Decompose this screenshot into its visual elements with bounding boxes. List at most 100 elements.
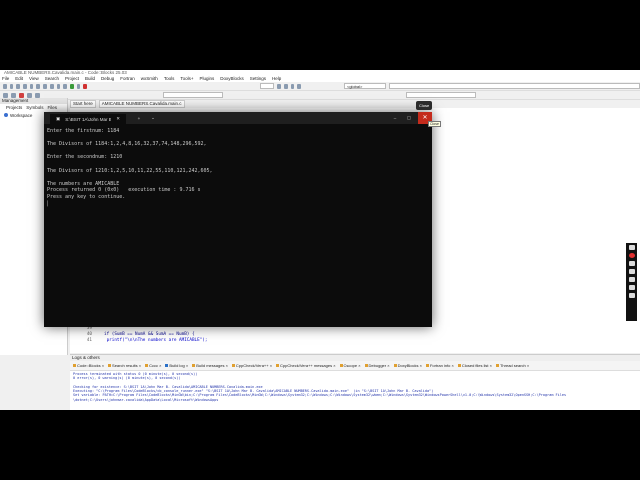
close-icon[interactable]: × — [101, 363, 104, 368]
log-tab[interactable]: CppCheck/Vera++ × — [231, 363, 272, 368]
menu-settings[interactable]: Settings — [250, 76, 266, 82]
close-icon[interactable]: × — [489, 363, 492, 368]
menu-plugins[interactable]: Plugins — [199, 76, 214, 82]
bookmark-prev-icon[interactable] — [27, 92, 32, 98]
step-out-icon[interactable] — [297, 83, 301, 89]
close-icon[interactable]: × — [158, 363, 161, 368]
console-line: Enter the secondnum: 1210 — [47, 154, 123, 161]
menu-build[interactable]: Build — [85, 76, 95, 82]
back-icon[interactable] — [3, 92, 8, 98]
log-tab-icon — [231, 364, 235, 367]
menu-help[interactable]: Help — [272, 76, 281, 82]
log-tab[interactable]: Fortran info × — [425, 363, 454, 368]
menu-project[interactable]: Project — [65, 76, 79, 82]
log-tab-label: Cscope — [343, 363, 358, 368]
webcam-icon[interactable] — [628, 277, 635, 282]
menu-file[interactable]: File — [2, 76, 9, 82]
step-icon[interactable] — [283, 83, 288, 89]
menu-doxyblocks[interactable]: DoxyBlocks — [220, 76, 244, 82]
log-tab-label: Build messages — [196, 363, 225, 368]
log-tab-label: Closed files list — [461, 363, 489, 368]
debug-icon[interactable] — [277, 83, 281, 89]
step-into-icon[interactable] — [290, 83, 295, 89]
copy-icon[interactable] — [49, 83, 54, 89]
menu-debug[interactable]: Debug — [101, 76, 114, 82]
bookmark-icon[interactable] — [19, 92, 24, 98]
maximize-button[interactable]: ▢ — [402, 115, 416, 121]
tab-start-here[interactable]: Start here — [70, 100, 96, 108]
tab-dropdown-icon[interactable]: ⌄ — [146, 115, 160, 121]
undo-icon[interactable] — [29, 83, 34, 89]
log-tab[interactable]: Thread search × — [495, 363, 529, 368]
tab-main-c[interactable]: AMICABLE NUMBERS.Cavalida.main.c — [98, 100, 185, 108]
minimize-button[interactable]: – — [388, 116, 402, 121]
log-tab[interactable]: Build messages × — [192, 363, 228, 368]
speaker-icon[interactable] — [628, 269, 635, 274]
new-file-icon[interactable] — [3, 83, 7, 89]
log-tab[interactable]: Closed files list × — [457, 363, 492, 368]
log-tab[interactable]: Build log × — [165, 363, 188, 368]
code-lines: 39 40 if (SumB == NumA && SumA == NumB) {… — [70, 326, 208, 344]
target-combo[interactable] — [259, 83, 275, 89]
menu-view[interactable]: View — [29, 76, 39, 82]
tab-files[interactable]: Files — [48, 105, 58, 110]
console-line: The Divisors of 1210:1,2,5,10,11,22,55,1… — [47, 167, 213, 174]
save-all-icon[interactable] — [23, 83, 27, 89]
tab-symbols[interactable]: Symbols — [26, 105, 43, 110]
log-tab[interactable]: DoxyBlocks × — [393, 363, 422, 368]
close-icon[interactable]: × — [224, 363, 228, 368]
log-tab[interactable]: Search results × — [108, 363, 141, 368]
camera-icon[interactable] — [628, 245, 635, 250]
close-icon[interactable]: × — [418, 363, 422, 368]
close-icon[interactable]: × — [526, 363, 529, 368]
close-tab-icon[interactable]: ✕ — [116, 116, 120, 122]
scope-combo[interactable]: <global> — [344, 83, 386, 89]
close-icon[interactable]: × — [386, 363, 389, 368]
log-tab[interactable]: Debugger × — [364, 363, 390, 368]
run-icon[interactable] — [69, 83, 74, 89]
log-tab-label: DoxyBlocks — [397, 363, 419, 368]
build-icon[interactable] — [63, 83, 67, 89]
log-tab[interactable]: Cscope × — [339, 363, 361, 368]
find-combo[interactable] — [406, 92, 476, 98]
close-icon[interactable]: × — [138, 363, 141, 368]
log-tab[interactable]: CppCheck/Vera++ messages × — [276, 363, 336, 368]
gear-icon[interactable] — [628, 293, 635, 298]
build-run-icon[interactable] — [76, 83, 81, 89]
console-tab[interactable]: ▣ S:\BSIT 1A\John Mar B. Caval ✕ — [50, 114, 126, 124]
cut-icon[interactable] — [43, 83, 47, 89]
open-icon[interactable] — [9, 83, 14, 89]
menu-edit[interactable]: Edit — [15, 76, 23, 82]
close-icon[interactable]: × — [332, 363, 335, 368]
close-icon[interactable]: × — [357, 363, 360, 368]
close-icon[interactable]: × — [185, 363, 188, 368]
window-icon[interactable] — [628, 285, 635, 290]
menu-tools[interactable]: Tools — [164, 76, 175, 82]
redo-icon[interactable] — [36, 83, 41, 89]
microphone-icon[interactable] — [628, 261, 635, 266]
menu-search[interactable]: Search — [45, 76, 59, 82]
save-icon[interactable] — [16, 83, 21, 89]
log-tab-icon — [165, 364, 169, 367]
stop-icon[interactable] — [83, 83, 87, 89]
symbol-combo[interactable] — [388, 83, 640, 89]
search-combo[interactable] — [163, 92, 223, 98]
log-tab[interactable]: Cccc × — [145, 363, 161, 368]
menu-wxsmith[interactable]: wxSmith — [141, 76, 158, 82]
paste-icon[interactable] — [56, 83, 61, 89]
menu-fortran[interactable]: Fortran — [120, 76, 135, 82]
close-icon[interactable]: × — [269, 363, 272, 368]
build-log-text: Process terminated with status 0 (0 minu… — [70, 371, 640, 403]
menu-tools[interactable]: Tools+ — [180, 76, 193, 82]
log-tab[interactable]: Code::Blocks × — [73, 363, 104, 368]
tab-projects[interactable]: Projects — [6, 105, 22, 110]
log-tab-icon — [73, 364, 76, 367]
new-tab-button[interactable]: + — [132, 116, 146, 121]
forward-icon[interactable] — [11, 92, 16, 98]
bookmark-next-icon[interactable] — [35, 92, 40, 98]
record-icon[interactable] — [628, 253, 635, 258]
close-icon[interactable]: × — [450, 363, 454, 368]
